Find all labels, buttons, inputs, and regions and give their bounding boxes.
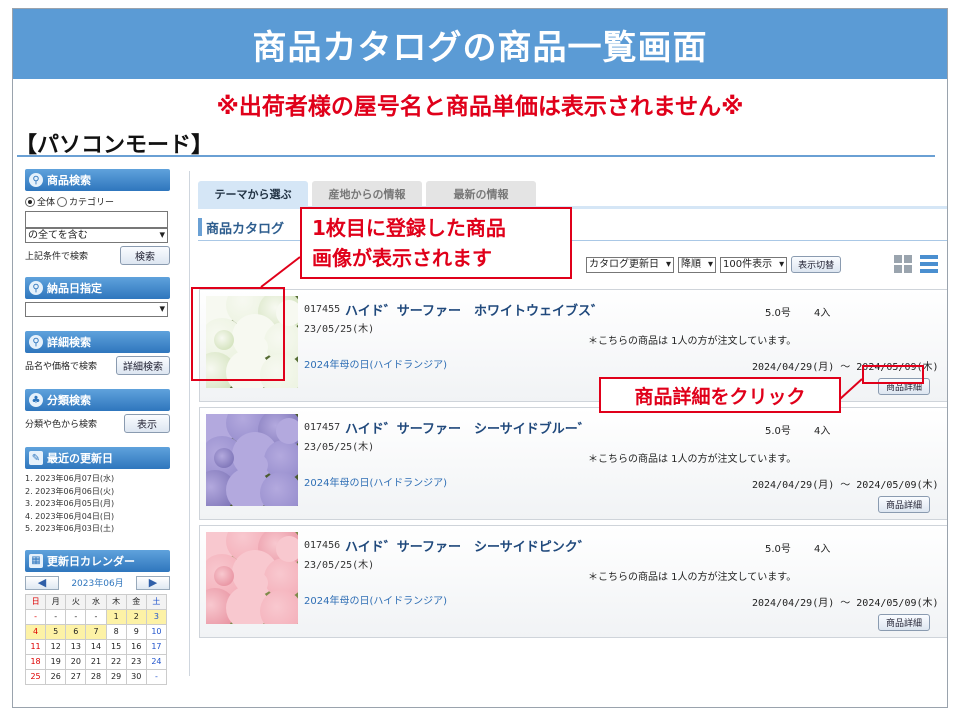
- detail-highlight-box: [862, 365, 924, 384]
- callout-pointer: [260, 256, 863, 400]
- detail-callout: 商品詳細をクリック: [599, 377, 841, 413]
- slide-frame: 商品カタログの商品一覧画面 ※出荷者様の屋号名と商品単価は表示されません※ 【パ…: [12, 8, 948, 708]
- image-callout-line: [260, 256, 301, 288]
- detail-callout-line: [839, 378, 863, 400]
